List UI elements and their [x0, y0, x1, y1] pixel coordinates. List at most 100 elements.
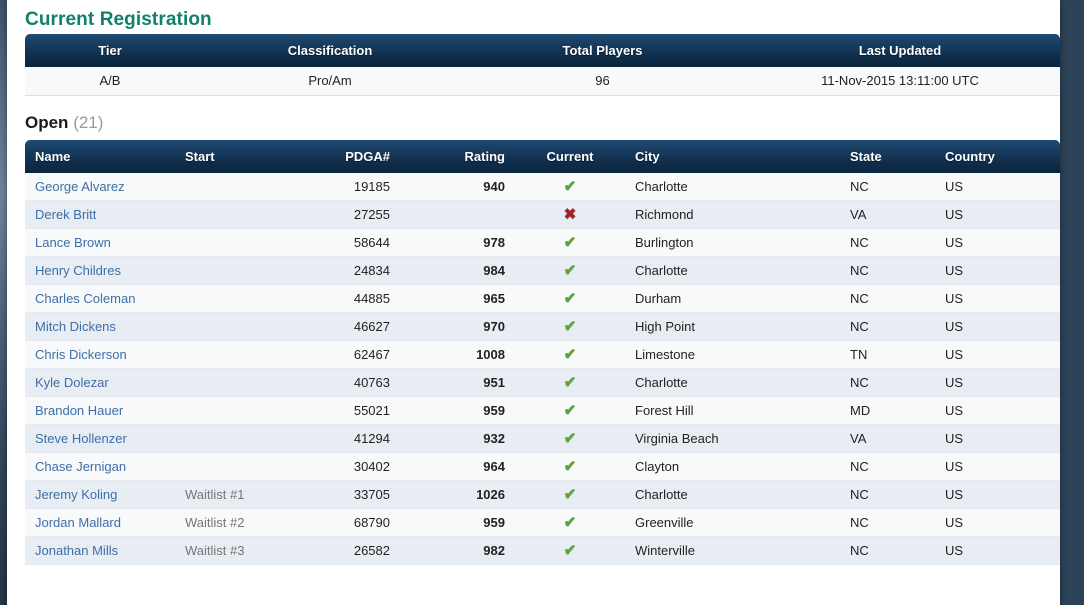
player-name-link[interactable]: George Alvarez	[35, 179, 125, 194]
players-col-rating[interactable]: Rating	[400, 139, 515, 173]
player-state-cell: NC	[840, 368, 935, 397]
player-pdga-cell: 58644	[295, 228, 400, 257]
players-col-country[interactable]: Country	[935, 139, 1060, 173]
player-state-cell: NC	[840, 228, 935, 257]
player-start-cell	[175, 172, 295, 201]
waitlist-label: Waitlist #1	[185, 487, 245, 502]
player-state-cell: VA	[840, 424, 935, 453]
player-pdga-cell: 62467	[295, 340, 400, 369]
player-rating-cell: 970	[400, 312, 515, 341]
player-pdga-cell: 46627	[295, 312, 400, 341]
page-title: Current Registration	[25, 9, 212, 30]
player-name-link[interactable]: Jordan Mallard	[35, 515, 121, 530]
table-row: Brandon Hauer 55021 959 ✔ Forest Hill MD US	[25, 396, 1060, 425]
player-current-cell: ✔	[515, 424, 625, 453]
player-name-link[interactable]: Jonathan Mills	[35, 543, 118, 558]
player-start-cell	[175, 368, 295, 397]
player-name-link[interactable]: Steve Hollenzer	[35, 431, 127, 446]
players-col-current[interactable]: Current	[515, 139, 625, 173]
check-icon: ✔	[563, 234, 577, 251]
player-name-link[interactable]: Chase Jernigan	[35, 459, 126, 474]
player-name-link[interactable]: Chris Dickerson	[35, 347, 127, 362]
player-start-cell: Waitlist #1	[175, 480, 295, 509]
player-pdga-cell: 33705	[295, 480, 400, 509]
player-pdga-cell: 27255	[295, 200, 400, 229]
player-name-link[interactable]: Brandon Hauer	[35, 403, 123, 418]
player-name-link[interactable]: Henry Childres	[35, 263, 121, 278]
check-icon: ✔	[563, 458, 577, 475]
player-start-cell	[175, 200, 295, 229]
waitlist-label: Waitlist #3	[185, 543, 245, 558]
player-country-cell: US	[935, 368, 1060, 397]
player-name-link[interactable]: Mitch Dickens	[35, 319, 116, 334]
player-name-cell: Jeremy Koling	[25, 480, 175, 509]
player-pdga-cell: 30402	[295, 452, 400, 481]
player-country-cell: US	[935, 508, 1060, 537]
player-state-cell: NC	[840, 508, 935, 537]
check-icon: ✔	[563, 290, 577, 307]
player-city-cell: Charlotte	[625, 480, 840, 509]
player-rating-cell	[400, 200, 515, 229]
check-icon: ✔	[563, 514, 577, 531]
player-name-cell: Kyle Dolezar	[25, 368, 175, 397]
player-name-cell: Chris Dickerson	[25, 340, 175, 369]
player-city-cell: Durham	[625, 284, 840, 313]
player-name-link[interactable]: Lance Brown	[35, 235, 111, 250]
player-current-cell: ✔	[515, 340, 625, 369]
players-col-pdga[interactable]: PDGA#	[295, 139, 400, 173]
table-row: Steve Hollenzer 41294 932 ✔ Virginia Beach VA…	[25, 424, 1060, 453]
player-state-cell: NC	[840, 284, 935, 313]
check-icon: ✔	[563, 374, 577, 391]
table-row: Jonathan Mills Waitlist #3 26582 982 ✔ Winter…	[25, 536, 1060, 565]
player-rating-cell: 959	[400, 508, 515, 537]
player-city-cell: Charlotte	[625, 256, 840, 285]
player-start-cell	[175, 424, 295, 453]
player-city-cell: Charlotte	[625, 368, 840, 397]
player-city-cell: Virginia Beach	[625, 424, 840, 453]
table-row: Lance Brown 58644 978 ✔ Burlington NC US	[25, 228, 1060, 257]
players-col-state[interactable]: State	[840, 139, 935, 173]
player-pdga-cell: 26582	[295, 536, 400, 565]
summary-col-tier: Tier	[25, 34, 195, 67]
player-start-cell	[175, 312, 295, 341]
content-panel: Current Registration Tier Classification…	[7, 0, 1060, 605]
player-name-cell: George Alvarez	[25, 172, 175, 201]
players-table-body: George Alvarez 19185 940 ✔ Charlotte NC US Dere…	[25, 172, 1060, 565]
player-rating-cell: 1008	[400, 340, 515, 369]
player-city-cell: High Point	[625, 312, 840, 341]
player-city-cell: Richmond	[625, 200, 840, 229]
players-header-row: Name Start PDGA# Rating Current City Sta…	[25, 139, 1060, 173]
player-country-cell: US	[935, 312, 1060, 341]
players-col-city[interactable]: City	[625, 139, 840, 173]
players-col-name[interactable]: Name	[25, 139, 175, 173]
player-name-link[interactable]: Jeremy Koling	[35, 487, 117, 502]
player-pdga-cell: 44885	[295, 284, 400, 313]
player-current-cell: ✔	[515, 256, 625, 285]
player-pdga-cell: 41294	[295, 424, 400, 453]
summary-cell-total-players: 96	[465, 67, 740, 96]
player-city-cell: Charlotte	[625, 172, 840, 201]
player-country-cell: US	[935, 452, 1060, 481]
player-name-cell: Charles Coleman	[25, 284, 175, 313]
table-row: Chris Dickerson 62467 1008 ✔ Limestone TN US	[25, 340, 1060, 369]
division-heading: Open (21)	[7, 96, 1060, 140]
check-icon: ✔	[563, 346, 577, 363]
player-current-cell: ✖	[515, 200, 625, 229]
check-icon: ✔	[563, 542, 577, 559]
player-rating-cell: 1026	[400, 480, 515, 509]
player-state-cell: MD	[840, 396, 935, 425]
table-row: Mitch Dickens 46627 970 ✔ High Point NC US	[25, 312, 1060, 341]
table-row: George Alvarez 19185 940 ✔ Charlotte NC US	[25, 172, 1060, 201]
summary-cell-classification: Pro/Am	[195, 67, 465, 96]
players-col-start[interactable]: Start	[175, 139, 295, 173]
player-name-cell: Lance Brown	[25, 228, 175, 257]
table-row: Kyle Dolezar 40763 951 ✔ Charlotte NC US	[25, 368, 1060, 397]
player-name-link[interactable]: Charles Coleman	[35, 291, 135, 306]
player-name-link[interactable]: Derek Britt	[35, 207, 96, 222]
player-name-link[interactable]: Kyle Dolezar	[35, 375, 109, 390]
summary-col-classification: Classification	[195, 34, 465, 67]
division-name: Open	[25, 112, 69, 132]
summary-col-total-players: Total Players	[465, 34, 740, 67]
check-icon: ✔	[563, 486, 577, 503]
player-name-cell: Jordan Mallard	[25, 508, 175, 537]
